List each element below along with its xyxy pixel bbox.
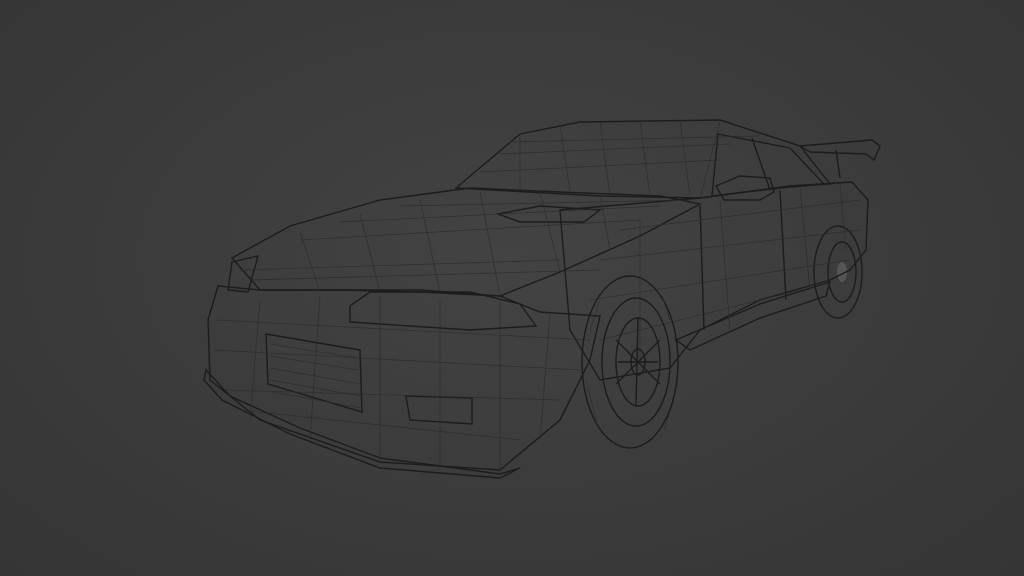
3d-viewport[interactable] [0,0,1024,576]
car-wireframe-model [203,119,881,479]
car-body [203,119,869,479]
mesh-wireframe [213,119,861,474]
front-wheel [581,275,679,449]
rear-wheel [813,225,863,319]
